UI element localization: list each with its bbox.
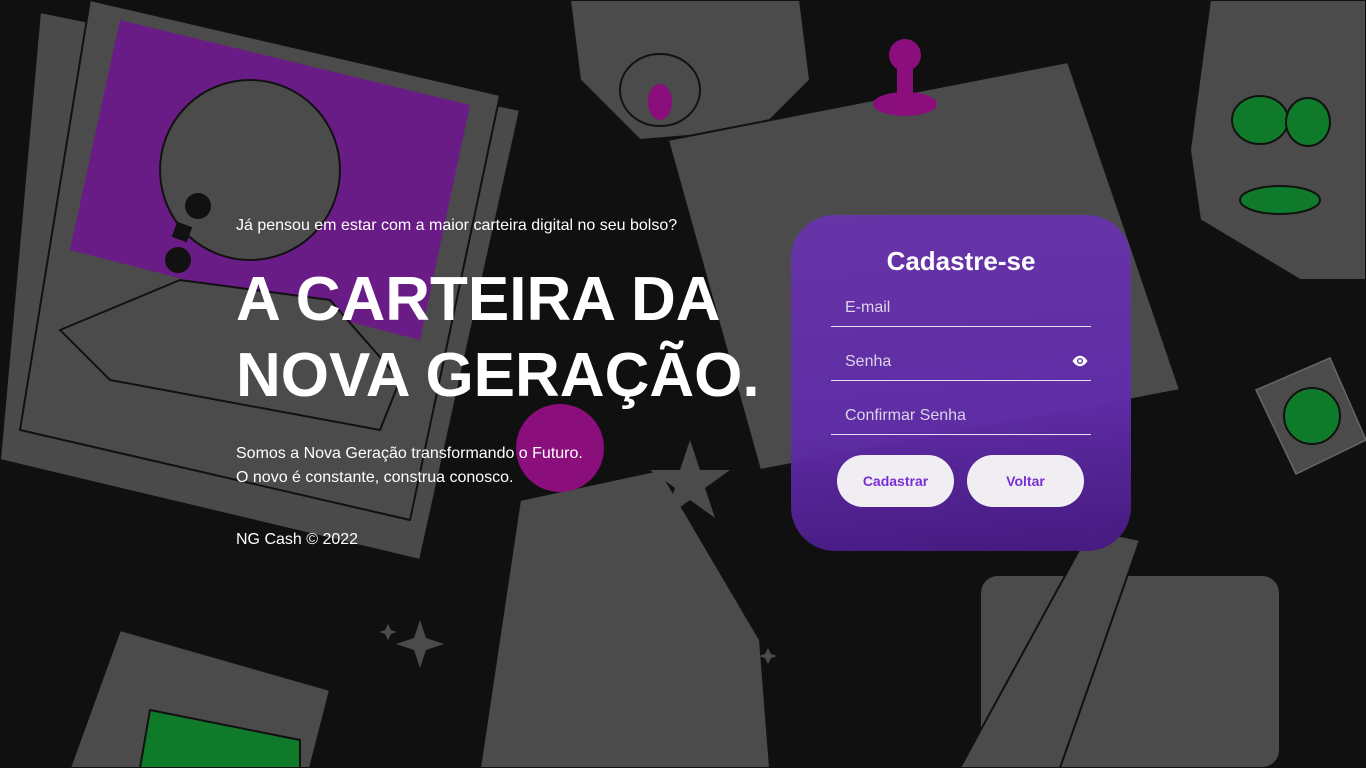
copyright-footer: NG Cash © 2022 bbox=[236, 531, 359, 548]
hero-description-line1: Somos a Nova Geração transformando o Fut… bbox=[236, 445, 583, 462]
hero-title-line2: NOVA GERAÇÃO. bbox=[236, 341, 760, 410]
email-field-wrapper bbox=[831, 290, 1091, 327]
confirm-password-input[interactable] bbox=[831, 398, 1091, 434]
hero-title: A CARTEIRA DA NOVA GERAÇÃO. bbox=[236, 262, 760, 414]
password-field-wrapper bbox=[831, 344, 1091, 381]
password-input[interactable] bbox=[831, 344, 1091, 380]
hero-tagline: Já pensou em estar com a maior carteira … bbox=[236, 217, 678, 234]
hero-description: Somos a Nova Geração transformando o Fut… bbox=[236, 442, 583, 490]
hero-description-line2: O novo é constante, construa conosco. bbox=[236, 469, 514, 486]
card-illustration bbox=[1254, 357, 1366, 476]
hand-illustration bbox=[1188, 0, 1366, 281]
eye-icon[interactable] bbox=[1071, 354, 1089, 368]
register-button[interactable]: Cadastrar bbox=[837, 455, 954, 507]
hero-title-line1: A CARTEIRA DA bbox=[236, 265, 721, 334]
signup-form: Cadastre-se Cadastrar Voltar bbox=[791, 215, 1131, 551]
wallet-illustration bbox=[958, 528, 1281, 768]
signup-page: Já pensou em estar com a maior carteira … bbox=[0, 0, 1366, 768]
back-button[interactable]: Voltar bbox=[967, 455, 1084, 507]
email-input[interactable] bbox=[831, 290, 1091, 326]
confirm-password-field-wrapper bbox=[831, 398, 1091, 435]
signup-title: Cadastre-se bbox=[886, 246, 1036, 276]
phone-illustration bbox=[68, 628, 332, 768]
